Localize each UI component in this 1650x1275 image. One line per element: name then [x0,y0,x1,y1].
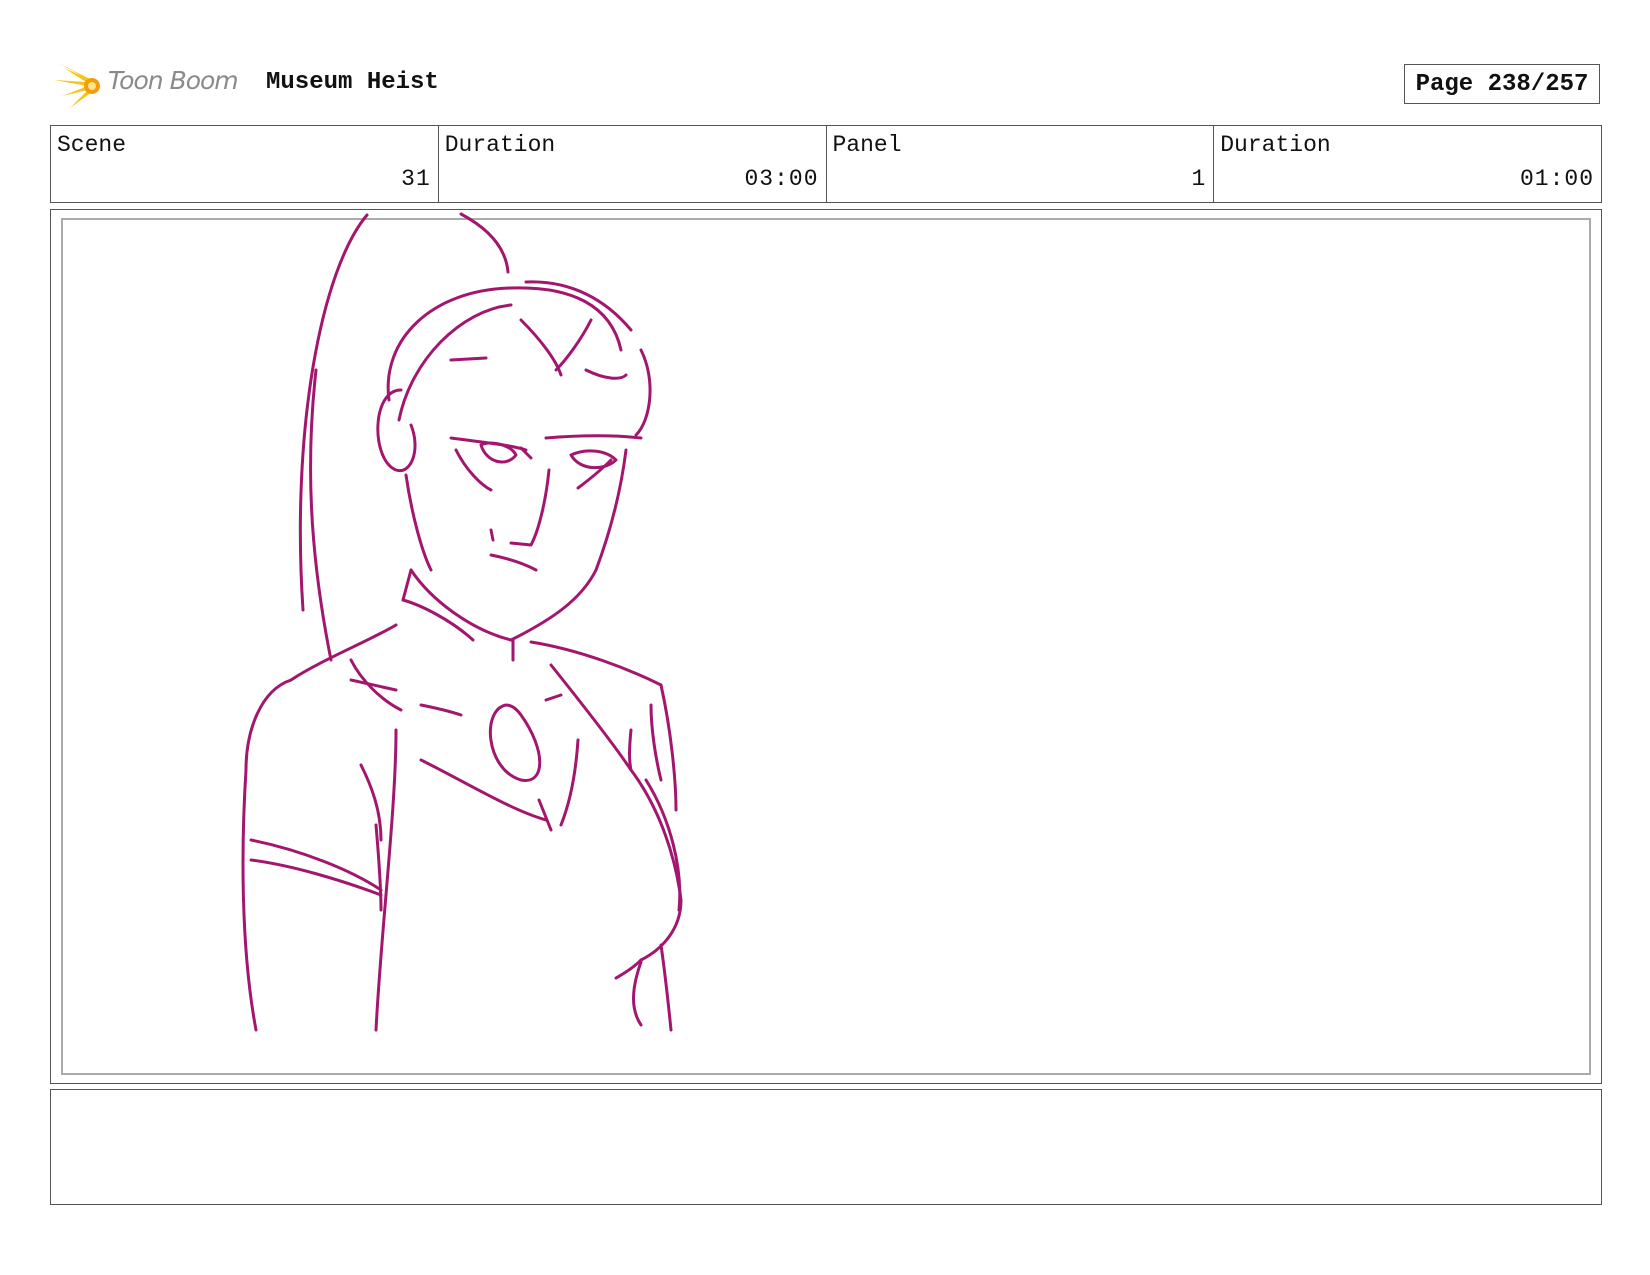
panel-duration-value: 01:00 [1519,166,1594,192]
panel-cell: Panel 1 [827,126,1215,202]
logo-wordmark: Toon Boom [108,66,239,95]
panel-info-table: Scene 31 Duration 03:00 Panel 1 Duration… [50,125,1602,203]
character-sketch [241,212,683,1032]
scene-cell: Scene 31 [51,126,439,202]
panel-notes[interactable] [50,1089,1602,1205]
toon-boom-logo: Toon Boom [52,58,252,112]
panel-value: 1 [1191,166,1207,192]
panel-duration-label: Duration [1220,132,1331,158]
panel-label: Panel [832,132,902,158]
scene-duration-value: 03:00 [744,166,819,192]
project-title: Museum Heist [266,69,439,96]
starburst-icon [54,62,100,108]
scene-value: 31 [401,166,431,192]
page-indicator: Page 238/257 [1404,64,1600,104]
panel-duration-cell: Duration 01:00 [1214,126,1601,202]
storyboard-panel [50,209,1602,1084]
scene-label: Scene [57,132,127,158]
scene-duration-cell: Duration 03:00 [439,126,827,202]
scene-duration-label: Duration [444,132,556,158]
